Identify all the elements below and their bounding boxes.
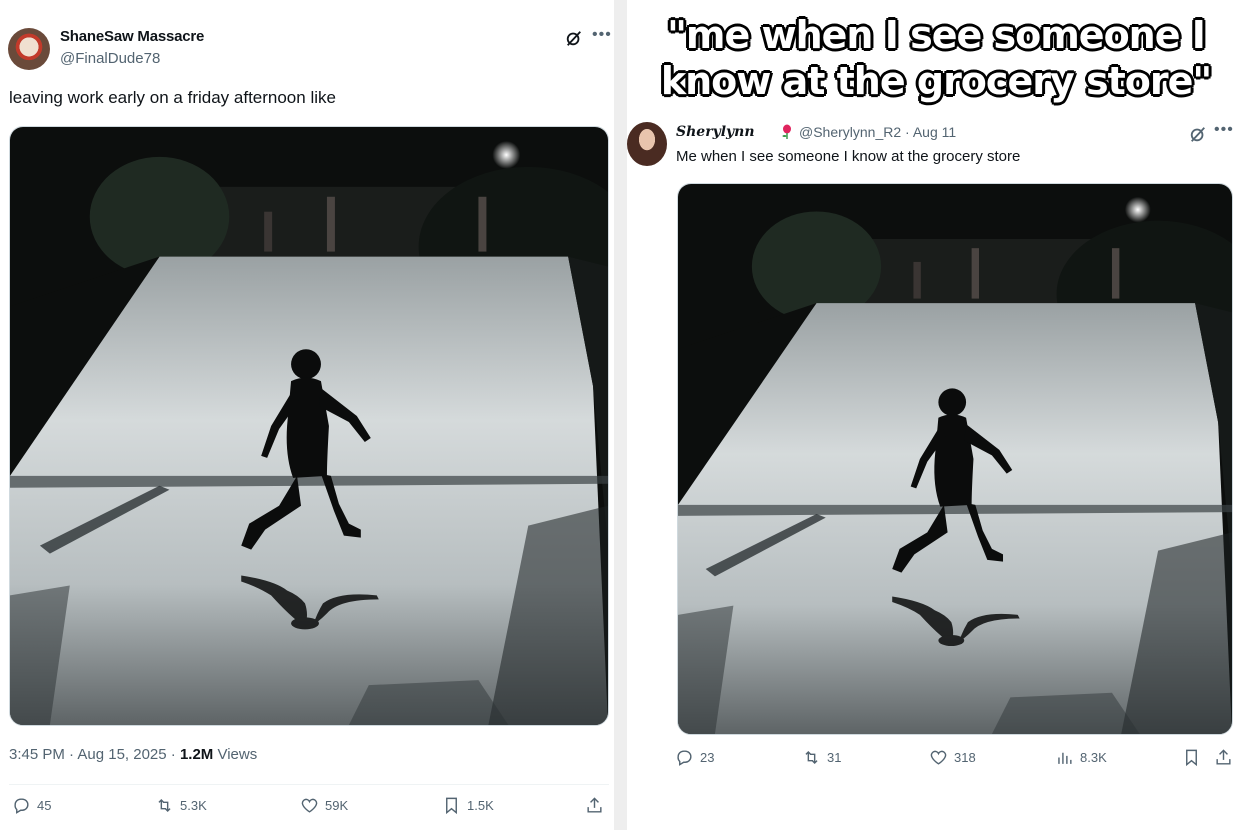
share-icon	[1216, 749, 1231, 765]
avatar[interactable]	[627, 122, 667, 166]
avatar[interactable]	[8, 28, 50, 70]
tweet-text: leaving work early on a friday afternoon…	[9, 88, 336, 107]
reply-button[interactable]: 45	[12, 796, 51, 815]
caption-line-2: know at the grocery store"	[660, 59, 1212, 103]
left-tweet: ShaneSaw Massacre @FinalDude78 ••• leavi…	[0, 0, 614, 830]
flower-icon	[782, 124, 791, 139]
bookmark-button[interactable]	[1182, 748, 1201, 767]
tweet-text: Me when I see someone I know at the groc…	[676, 148, 1021, 165]
repost-icon	[805, 750, 818, 765]
repost-button[interactable]: 5.3K	[155, 796, 207, 815]
handle[interactable]: @FinalDude78	[60, 50, 160, 67]
share-button[interactable]	[585, 796, 604, 815]
reply-count: 23	[700, 750, 715, 765]
divider	[9, 784, 609, 785]
tweet-image[interactable]	[9, 126, 609, 726]
like-icon	[301, 798, 318, 813]
views-label: Views	[213, 746, 258, 763]
reply-icon	[677, 750, 692, 766]
handle[interactable]: @Sherylynn_R2 · Aug 11	[799, 124, 956, 140]
bookmark-icon	[1186, 749, 1197, 767]
views-icon	[1058, 752, 1072, 764]
tweet-image[interactable]	[677, 183, 1233, 735]
repost-count: 5.3K	[180, 798, 207, 813]
timestamp[interactable]: 3:45 PM · Aug 15, 2025 ·	[9, 746, 180, 763]
bookmark-count: 1.5K	[467, 798, 494, 813]
share-icon	[587, 797, 602, 813]
display-name[interactable]: Sherylynn	[676, 124, 755, 140]
right-tweet: "me when I see someone I know at the gro…	[627, 0, 1245, 830]
repost-icon	[158, 798, 171, 813]
action-bar: 23 31 318 8.3K	[627, 748, 1245, 774]
meme-caption: "me when I see someone I know at the gro…	[627, 12, 1245, 104]
like-button[interactable]: 59K	[300, 796, 348, 815]
more-icon[interactable]: •••	[592, 26, 612, 44]
caption-line-1: "me when I see someone I	[667, 13, 1206, 57]
like-count: 59K	[325, 798, 349, 813]
tweet-meta: 3:45 PM · Aug 15, 2025 · 1.2M Views	[9, 746, 257, 763]
grok-icon[interactable]	[1189, 125, 1207, 143]
repost-count: 31	[827, 750, 842, 765]
grok-icon[interactable]	[565, 29, 583, 47]
like-count: 318	[954, 750, 976, 765]
repost-button[interactable]: 31	[802, 748, 841, 767]
views-button[interactable]: 8.3K	[1055, 748, 1107, 767]
action-bar: 45 5.3K 59K 1.5K	[0, 796, 614, 824]
like-button[interactable]: 318	[929, 748, 976, 767]
views-count: 1.2M	[179, 746, 214, 763]
more-icon[interactable]: •••	[1214, 121, 1234, 139]
reply-button[interactable]: 23	[675, 748, 714, 767]
share-button[interactable]	[1214, 748, 1233, 767]
like-icon	[930, 750, 947, 765]
panel-divider	[614, 0, 627, 830]
display-name[interactable]: ShaneSaw Massacre	[60, 28, 204, 45]
views-count: 8.3K	[1080, 750, 1107, 765]
reply-count: 45	[37, 798, 52, 813]
reply-icon	[14, 798, 29, 814]
bookmark-button[interactable]: 1.5K	[442, 796, 494, 815]
bookmark-icon	[446, 797, 457, 815]
